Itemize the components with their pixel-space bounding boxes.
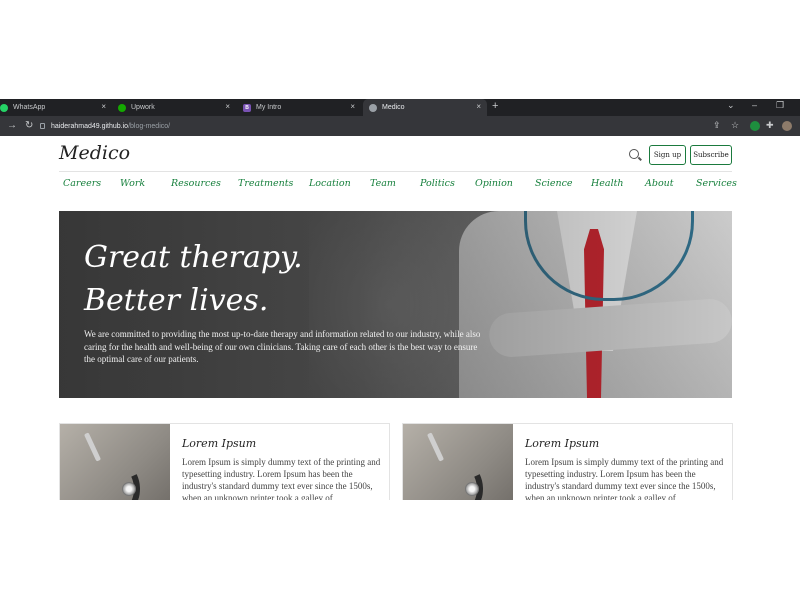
nav-link-location[interactable]: Location	[309, 178, 351, 189]
chevron-down-icon[interactable]: ⌄	[727, 100, 735, 111]
subscribe-button[interactable]: Subscribe	[690, 145, 732, 165]
tab-whatsapp[interactable]: WhatsApp ×	[0, 99, 112, 116]
tab-title: Medico	[382, 104, 405, 111]
star-icon[interactable]: ☆	[731, 120, 739, 131]
nav-link-team[interactable]: Team	[370, 178, 396, 189]
tab-title: WhatsApp	[13, 104, 46, 111]
tab-upwork[interactable]: Upwork ×	[118, 99, 236, 116]
stethoscope-image	[60, 424, 170, 500]
url-path: /blog-medico/	[128, 122, 171, 130]
browser-chrome: WhatsApp × Upwork × B My Intro × Medico …	[0, 99, 800, 136]
tab-title: My Intro	[256, 104, 282, 111]
close-icon[interactable]: ×	[225, 102, 230, 111]
hero-text: We are committed to providing the most u…	[84, 329, 481, 364]
new-tab-button[interactable]: +	[492, 100, 498, 112]
nav-link-health[interactable]: Health	[591, 178, 624, 189]
hero-heading: Great therapy. Better lives.	[84, 236, 303, 322]
web-page: Medico Sign up Subscribe Careers Work Re…	[0, 136, 800, 500]
forward-icon[interactable]: →	[7, 120, 17, 131]
card-text: Lorem Ipsum is simply dummy text of the …	[525, 457, 724, 500]
signup-button[interactable]: Sign up	[649, 145, 686, 165]
puzzle-icon[interactable]: ✚	[766, 120, 774, 131]
stethoscope-image	[403, 424, 513, 500]
nav-link-politics[interactable]: Politics	[420, 178, 455, 189]
tab-title: Upwork	[131, 104, 155, 111]
extension-icon[interactable]	[750, 121, 760, 131]
nav-link-about[interactable]: About	[645, 178, 674, 189]
nav-link-treatments[interactable]: Treatments	[238, 178, 293, 189]
close-icon[interactable]: ×	[476, 102, 481, 111]
reload-icon[interactable]: ↻	[25, 120, 33, 131]
hero-banner: Great therapy. Better lives. We are comm…	[59, 211, 732, 398]
category-nav: Careers Work Resources Treatments Locati…	[59, 178, 737, 194]
bootstrap-icon: B	[243, 103, 251, 112]
lock-icon	[40, 123, 45, 129]
nav-link-services[interactable]: Services	[696, 178, 737, 189]
nav-link-opinion[interactable]: Opinion	[475, 178, 513, 189]
upwork-icon	[118, 103, 126, 112]
nav-link-science[interactable]: Science	[535, 178, 573, 189]
whatsapp-icon	[0, 103, 8, 112]
close-icon[interactable]: ×	[101, 102, 106, 111]
divider	[59, 171, 732, 172]
avatar[interactable]	[782, 121, 792, 131]
card-title[interactable]: Lorem Ipsum	[525, 437, 599, 450]
close-icon[interactable]: ×	[350, 102, 355, 111]
card-text: Lorem Ipsum is simply dummy text of the …	[182, 457, 381, 500]
maximize-icon[interactable]: ❐	[776, 100, 784, 111]
address-bar[interactable]: haiderahmad49.github.io /blog-medico/	[40, 119, 700, 133]
tab-strip: WhatsApp × Upwork × B My Intro × Medico …	[0, 99, 800, 116]
brand-logo[interactable]: Medico	[59, 142, 130, 164]
globe-icon	[369, 103, 377, 112]
nav-link-work[interactable]: Work	[120, 178, 145, 189]
tab-medico[interactable]: Medico ×	[363, 99, 487, 116]
share-icon[interactable]: ⇪	[713, 120, 721, 131]
nav-link-resources[interactable]: Resources	[171, 178, 221, 189]
article-card[interactable]: Lorem Ipsum Lorem Ipsum is simply dummy …	[402, 423, 733, 500]
url-host: haiderahmad49.github.io	[51, 122, 129, 130]
hero-line-2: Better lives.	[84, 283, 269, 318]
hero-line-1: Great therapy.	[84, 240, 303, 275]
nav-link-careers[interactable]: Careers	[63, 178, 101, 189]
article-card[interactable]: Lorem Ipsum Lorem Ipsum is simply dummy …	[59, 423, 390, 500]
minimize-icon[interactable]: –	[752, 100, 757, 110]
search-icon[interactable]	[629, 149, 639, 159]
card-title[interactable]: Lorem Ipsum	[182, 437, 256, 450]
browser-toolbar: → ↻ haiderahmad49.github.io /blog-medico…	[0, 116, 800, 136]
tab-my-intro[interactable]: B My Intro ×	[243, 99, 361, 116]
